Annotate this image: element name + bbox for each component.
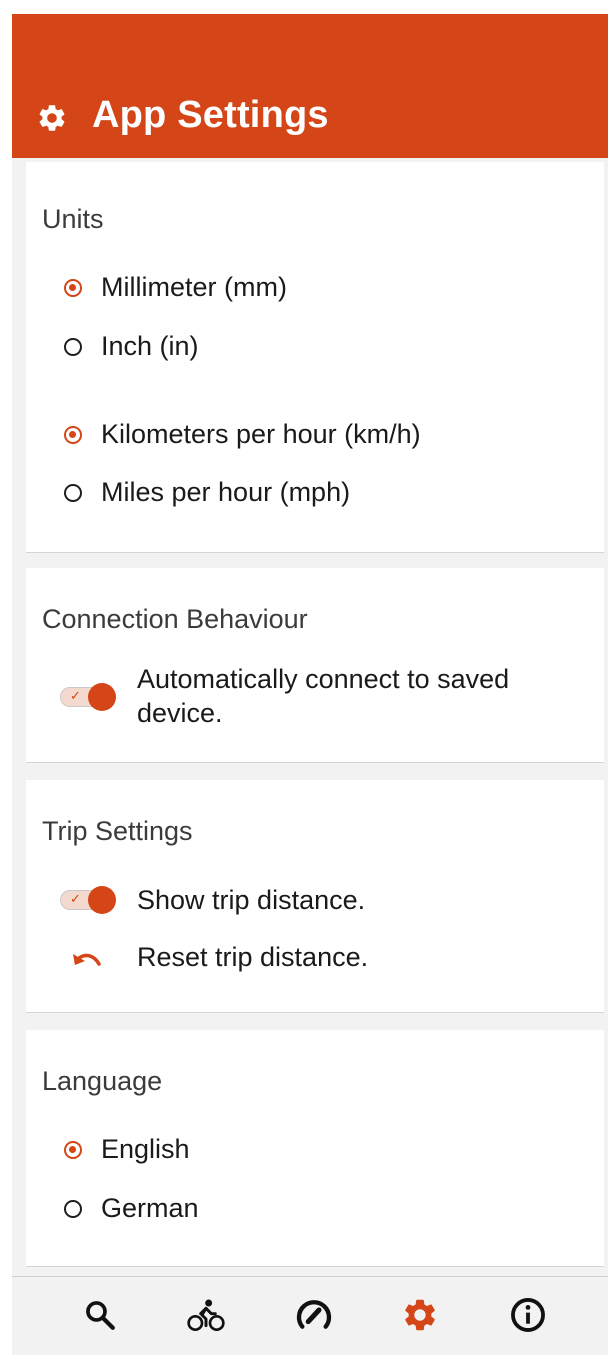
nav-info[interactable] bbox=[508, 1295, 548, 1335]
connection-section-title: Connection Behaviour bbox=[42, 604, 308, 634]
nav-settings[interactable] bbox=[400, 1295, 440, 1335]
page-title: App Settings bbox=[92, 94, 329, 136]
language-section-title: Language bbox=[42, 1066, 163, 1096]
option-label: Inch (in) bbox=[101, 331, 199, 361]
auto-connect-toggle[interactable]: ✓ bbox=[60, 683, 118, 711]
nav-speed[interactable] bbox=[294, 1295, 334, 1335]
reset-trip-distance-label: Reset trip distance. bbox=[137, 942, 369, 972]
auto-connect-label: Automatically connect to saved device. bbox=[137, 664, 510, 728]
search-icon[interactable] bbox=[83, 1298, 117, 1332]
language-card: Language English German bbox=[26, 1030, 604, 1267]
nav-ride[interactable] bbox=[186, 1295, 226, 1335]
show-trip-distance-label: Show trip distance. bbox=[137, 885, 366, 915]
show-trip-distance-toggle[interactable]: ✓ bbox=[60, 886, 118, 914]
connection-card: Connection Behaviour ✓ Automatically con… bbox=[26, 568, 604, 763]
trip-settings-card: Trip Settings ✓ Show trip distance. Rese… bbox=[26, 780, 604, 1013]
toggle-thumb bbox=[88, 683, 116, 711]
radio-selected[interactable] bbox=[64, 426, 82, 444]
option-label: English bbox=[101, 1134, 190, 1164]
trip-section-title: Trip Settings bbox=[42, 816, 193, 846]
option-label: Millimeter (mm) bbox=[101, 272, 287, 302]
info-icon[interactable] bbox=[509, 1296, 547, 1334]
check-icon: ✓ bbox=[70, 688, 81, 703]
option-label: German bbox=[101, 1193, 199, 1223]
units-card: Units Millimeter (mm) Inch (in) Kilomete… bbox=[26, 162, 604, 553]
radio-unselected[interactable] bbox=[64, 1200, 82, 1218]
cyclist-icon[interactable] bbox=[186, 1295, 226, 1335]
gear-icon bbox=[39, 105, 65, 131]
radio-selected[interactable] bbox=[64, 279, 82, 297]
toggle-thumb bbox=[88, 886, 116, 914]
app-root: App Settings Units Millimeter (mm) Inch … bbox=[12, 14, 608, 1355]
radio-selected[interactable] bbox=[64, 1141, 82, 1159]
undo-icon[interactable] bbox=[72, 948, 102, 970]
app-header: App Settings bbox=[12, 14, 608, 158]
gear-icon[interactable] bbox=[401, 1296, 439, 1334]
speedometer-icon[interactable] bbox=[294, 1295, 334, 1335]
option-label: Kilometers per hour (km/h) bbox=[101, 419, 421, 449]
nav-search[interactable] bbox=[80, 1295, 120, 1335]
check-icon: ✓ bbox=[70, 891, 81, 906]
bottom-navbar bbox=[12, 1276, 608, 1355]
option-label: Miles per hour (mph) bbox=[101, 477, 351, 507]
units-section-title: Units bbox=[42, 204, 104, 234]
radio-unselected[interactable] bbox=[64, 484, 82, 502]
radio-unselected[interactable] bbox=[64, 338, 82, 356]
